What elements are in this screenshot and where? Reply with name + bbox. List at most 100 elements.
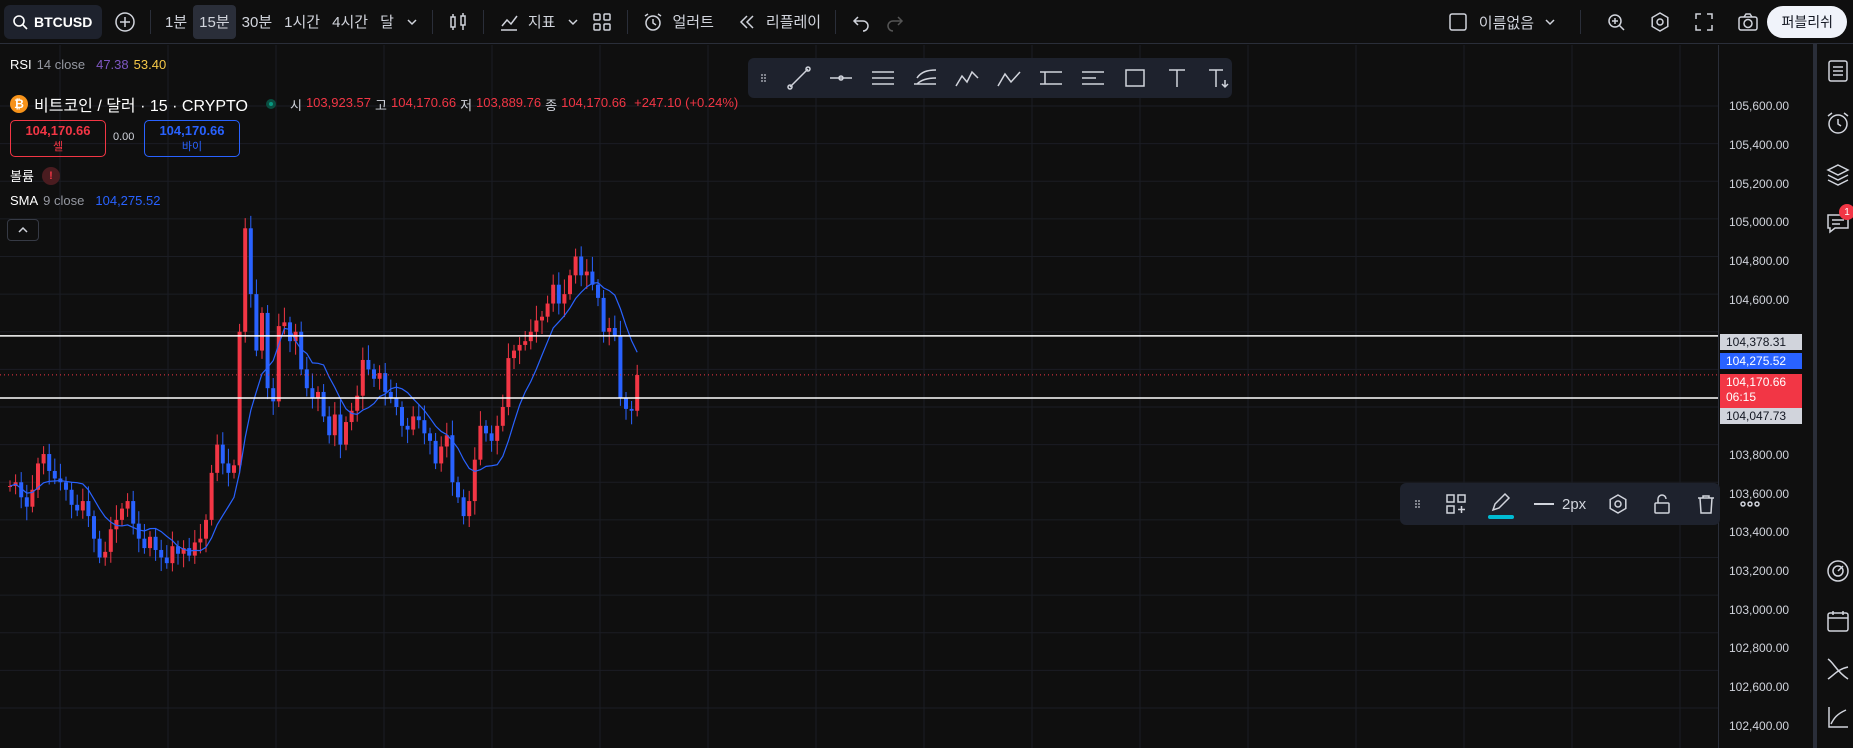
sma-legend[interactable]: SMA 9 close 104,275.52 [10,193,160,208]
drawing-settings-button[interactable] [1600,487,1636,521]
line-color-button[interactable] [1482,487,1520,521]
more-options-button[interactable] [1732,487,1768,521]
redo-button[interactable] [878,5,912,39]
fullscreen-button[interactable] [1687,5,1721,39]
abc-pattern-tool[interactable] [990,61,1028,95]
candle-body [624,397,628,409]
rsi-legend[interactable]: RSI 14 close 47.38 53.40 [10,57,166,72]
quick-search-button[interactable] [1599,5,1633,39]
candle-body [573,256,578,276]
candle-body [164,557,169,564]
candles-icon [450,12,466,30]
interval-4h[interactable]: 4시간 [326,5,374,39]
calendar-button[interactable] [1825,608,1851,634]
plus-circle-icon [115,11,135,32]
candle-body [41,454,46,464]
undo-button[interactable] [844,5,878,39]
candle-body [433,440,438,464]
price-range-tool[interactable] [1032,61,1070,95]
drag-handle-icon[interactable] [752,61,776,95]
axis-tick: 105,400.00 [1729,138,1790,152]
drag-handle-icon[interactable] [1406,487,1430,521]
square-icon [1449,13,1467,31]
candle-body [64,482,68,490]
indicators-label: 지표 [527,14,556,31]
candle-body [400,407,404,426]
market-status-icon[interactable] [265,99,276,109]
layout-grid-button[interactable] [585,5,619,39]
rewind-icon [739,14,754,29]
options-button[interactable] [1825,656,1851,682]
alerts-button[interactable]: 얼러트 [636,5,719,39]
separator [1580,10,1581,34]
interval-dropdown[interactable] [400,5,424,39]
chevron-down-icon [1545,19,1555,26]
layers-icon [1826,164,1850,186]
calendar-icon [1827,611,1849,632]
rsi-name: RSI [10,57,32,72]
axis-tick: 103,000.00 [1729,603,1790,617]
candle-body [500,407,505,426]
watchlist-button[interactable] [1825,58,1851,84]
layout-name-label: 이름없음 [1478,14,1534,32]
alerts-panel-button[interactable] [1825,110,1851,136]
line-width-button[interactable]: 2px [1528,487,1592,521]
volume-legend[interactable]: 볼륨 ! [10,166,60,185]
collapse-legend-button[interactable] [7,219,39,241]
watchlist-icon [1828,60,1848,82]
candle-body [120,508,124,520]
compare-add-button[interactable] [108,5,142,39]
parallel-channel-tool[interactable] [864,61,902,95]
delete-drawing-button[interactable] [1688,487,1724,521]
candle-body [506,358,511,407]
snapshot-button[interactable] [1731,5,1765,39]
sell-button[interactable]: 104,170.66 셀 [10,120,106,157]
chart-type-button[interactable] [441,5,475,39]
pitchfork-tool[interactable] [906,61,944,95]
axis-tick: 102,800.00 [1729,641,1790,655]
anchored-text-tool[interactable] [1200,61,1238,95]
price-chart[interactable] [0,45,1809,748]
symbol-search-button[interactable]: BTCUSD [4,4,102,39]
candle-body [360,359,365,396]
trend-line-tool[interactable] [780,61,818,95]
warning-icon[interactable]: ! [41,166,60,185]
interval-1h[interactable]: 1시간 [278,5,326,39]
layout-name-button[interactable]: 이름없음 [1441,5,1562,39]
candle-body [75,504,80,511]
candle-body [321,391,326,417]
chat-button[interactable]: 1 [1825,204,1853,236]
axis-tick: 103,400.00 [1729,525,1790,539]
text-tool[interactable] [1158,61,1196,95]
elliott-wave-tool[interactable] [948,61,986,95]
interval-15m[interactable]: 15분 [193,4,236,39]
date-range-tool[interactable] [1074,61,1112,95]
indicators-button[interactable]: 지표 [492,5,562,39]
gear-icon [1609,494,1627,514]
publish-button[interactable]: 퍼블리쉬 [1767,6,1847,38]
replay-button[interactable]: 리플레이 [730,5,827,39]
object-tree-button[interactable] [1825,162,1851,188]
horizontal-ray-tool[interactable] [822,61,860,95]
lock-drawing-button[interactable] [1644,487,1680,521]
ideas-button[interactable] [1825,558,1851,584]
buy-button[interactable]: 104,170.66 바이 [144,120,240,157]
symbol-title[interactable]: 비트코인 / 달러 · 15 · CRYPTO [34,92,248,116]
strategy-icon [1827,658,1849,680]
rectangle-tool[interactable] [1116,61,1154,95]
interval-30m[interactable]: 30분 [236,5,279,39]
candle-body [103,551,108,558]
rsi-value: 47.38 [96,57,129,72]
interval-1m[interactable]: 1분 [159,5,193,39]
axis-tick: 103,200.00 [1729,564,1790,578]
settings-button[interactable] [1643,5,1677,39]
more-dots-icon [1740,501,1760,507]
right-sidebar: 1 [1813,44,1853,748]
interval-month[interactable]: 달 [374,5,400,39]
add-to-favorites-button[interactable] [1438,487,1474,521]
indicators-dropdown[interactable] [561,5,585,39]
pine-editor-button[interactable] [1825,704,1851,730]
compass-icon [1827,560,1849,582]
candle-body [276,326,281,402]
axis-tick: 105,200.00 [1729,177,1790,191]
